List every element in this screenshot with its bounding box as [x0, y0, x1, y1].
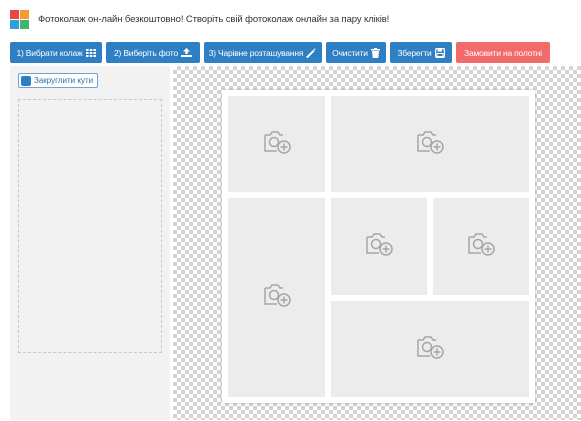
- magic-wand-icon: [306, 47, 317, 58]
- round-corners-checkbox[interactable]: Закруглити кути: [18, 73, 99, 88]
- choose-collage-label: 1) Вибрати колаж: [16, 47, 83, 58]
- trash-icon: [370, 47, 380, 58]
- save-button[interactable]: Зберегти: [390, 42, 452, 63]
- add-photo-icon: [262, 129, 292, 160]
- collage-cell[interactable]: [228, 96, 325, 192]
- choose-collage-button[interactable]: 1) Вибрати колаж: [10, 42, 102, 63]
- photo-drop-area[interactable]: [18, 99, 162, 353]
- logo-square-green: [20, 19, 29, 29]
- grid-icon: [85, 48, 96, 57]
- order-canvas-label: Замовити на полотні: [464, 47, 542, 58]
- magic-arrange-button[interactable]: 3) Чарівне розташування: [204, 42, 322, 63]
- logo-square-red: [10, 9, 19, 19]
- collage-workspace: [173, 66, 581, 420]
- add-photo-icon: [364, 231, 394, 262]
- add-photo-icon: [415, 129, 445, 160]
- clear-label: Очистити: [332, 47, 368, 58]
- collage-cell[interactable]: [331, 198, 427, 295]
- app-header: Фотоколаж он-лайн безкоштовно! Створіть …: [10, 8, 389, 30]
- header-tagline: Фотоколаж он-лайн безкоштовно! Створіть …: [38, 13, 390, 25]
- toolbar: 1) Вибрати колаж 2) Виберіть фото 3) Чар…: [10, 42, 550, 63]
- collage-cell[interactable]: [331, 301, 529, 397]
- round-corners-label: Закруглити кути: [34, 76, 94, 85]
- add-photo-icon: [466, 231, 496, 262]
- collage-canvas: [222, 90, 535, 403]
- logo-square-orange: [20, 9, 29, 19]
- upload-icon: [181, 48, 192, 57]
- collage-cell[interactable]: [433, 198, 529, 295]
- save-label: Зберегти: [397, 47, 432, 58]
- order-canvas-button[interactable]: Замовити на полотні: [456, 42, 550, 63]
- photos-sidebar: Закруглити кути: [10, 66, 170, 420]
- save-icon: [434, 47, 445, 58]
- app-logo: [10, 9, 29, 29]
- collage-cell[interactable]: [331, 96, 529, 192]
- add-photo-icon: [415, 334, 445, 365]
- choose-photo-label: 2) Виберіть фото: [114, 47, 178, 58]
- magic-arrange-label: 3) Чарівне розташування: [208, 47, 304, 58]
- logo-square-blue: [10, 19, 19, 29]
- checkbox-checked-icon: [21, 75, 31, 86]
- collage-cell[interactable]: [228, 198, 325, 397]
- add-photo-icon: [262, 282, 292, 313]
- choose-photo-button[interactable]: 2) Виберіть фото: [106, 42, 200, 63]
- clear-button[interactable]: Очистити: [326, 42, 386, 63]
